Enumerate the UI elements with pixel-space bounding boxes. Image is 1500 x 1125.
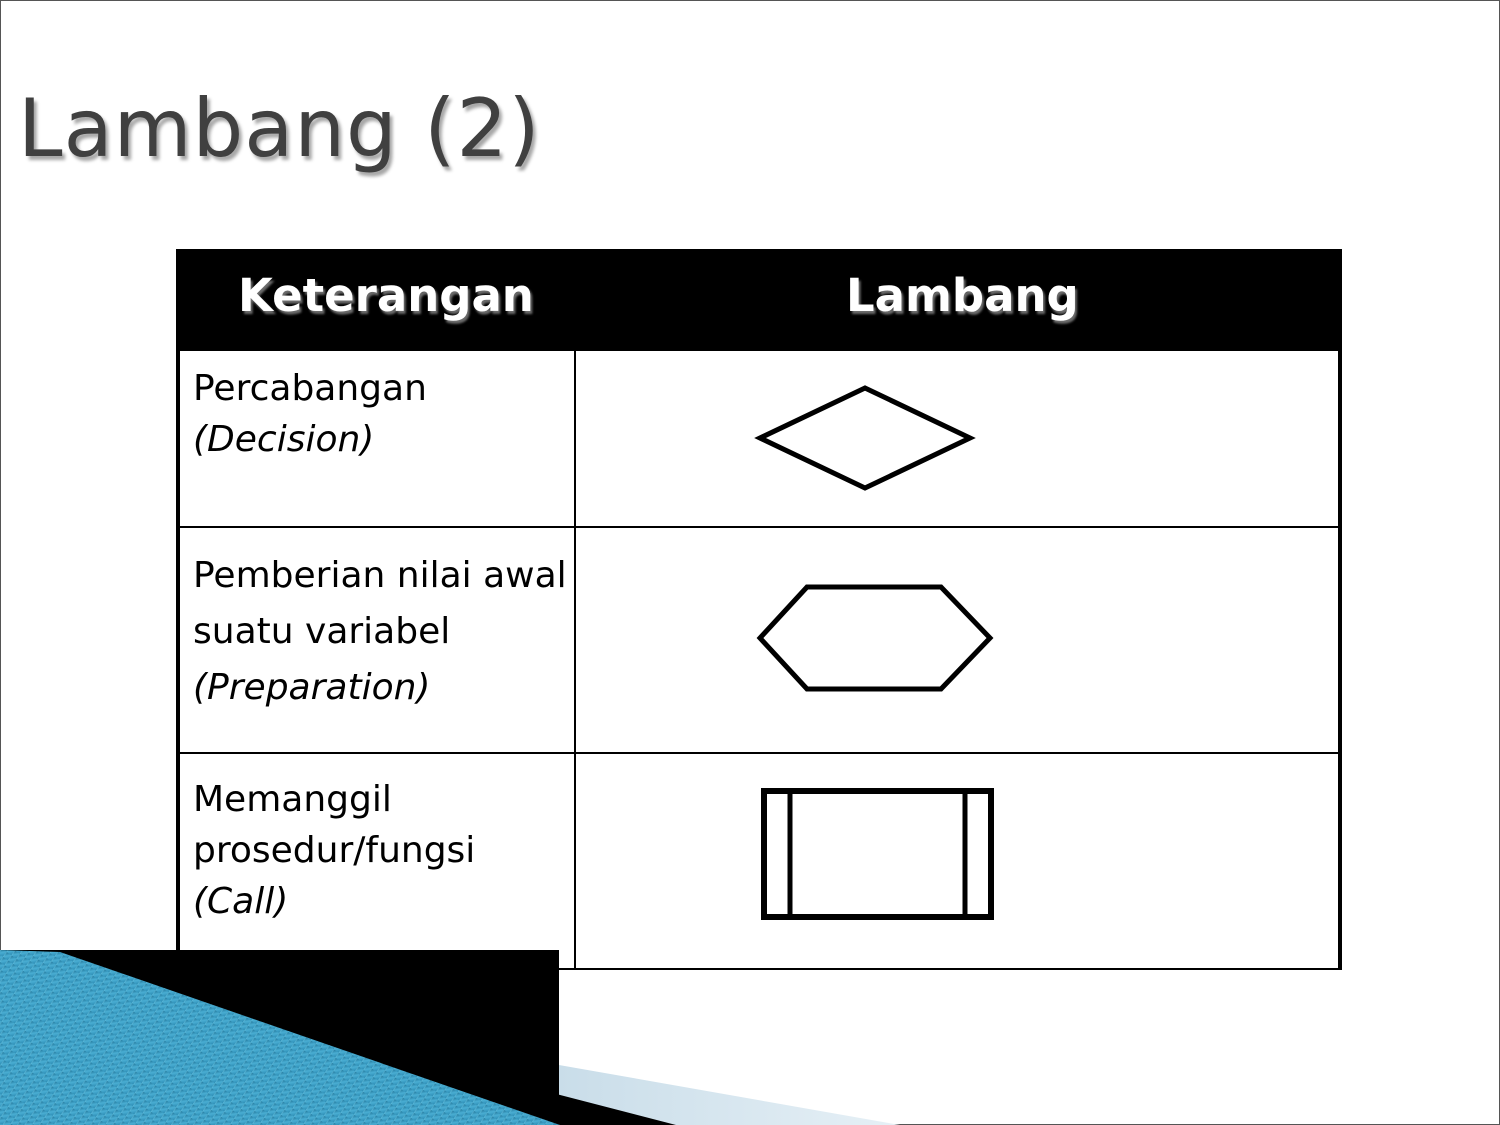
- hexagon-shape-icon: [756, 584, 994, 692]
- symbol-cell: [576, 351, 1338, 526]
- description-cell: Memanggil prosedur/fungsi (Call): [180, 754, 576, 968]
- slide-title: Lambang (2): [18, 82, 541, 175]
- english-term: (Preparation): [193, 667, 431, 708]
- diamond-shape-icon: [754, 385, 976, 491]
- table-header: Keterangan Lambang: [176, 249, 1342, 351]
- description-text: Pemberian nilai awal: [193, 555, 567, 596]
- description-text: Percabangan: [193, 368, 427, 409]
- english-term: (Call): [193, 881, 289, 922]
- table-row-decision: Percabangan (Decision): [176, 351, 1338, 528]
- description-text: suatu variabel: [193, 611, 451, 652]
- english-term: (Decision): [193, 419, 375, 460]
- symbol-cell: [576, 754, 1338, 968]
- description-cell: Pemberian nilai awal suatu variabel (Pre…: [180, 528, 576, 752]
- symbol-cell: [576, 528, 1338, 752]
- header-keterangan: Keterangan: [238, 269, 534, 322]
- table-row-call: Memanggil prosedur/fungsi (Call): [176, 754, 1338, 970]
- description-text: prosedur/fungsi: [193, 830, 476, 871]
- decorative-corner-graphic: [0, 950, 900, 1125]
- predefined-process-shape-icon: [761, 788, 994, 920]
- table-row-preparation: Pemberian nilai awal suatu variabel (Pre…: [176, 528, 1338, 754]
- header-lambang: Lambang: [846, 269, 1079, 322]
- description-cell: Percabangan (Decision): [180, 351, 576, 526]
- symbol-table: Keterangan Lambang Percabangan (Decision…: [176, 249, 1342, 970]
- description-text: Memanggil: [193, 779, 392, 820]
